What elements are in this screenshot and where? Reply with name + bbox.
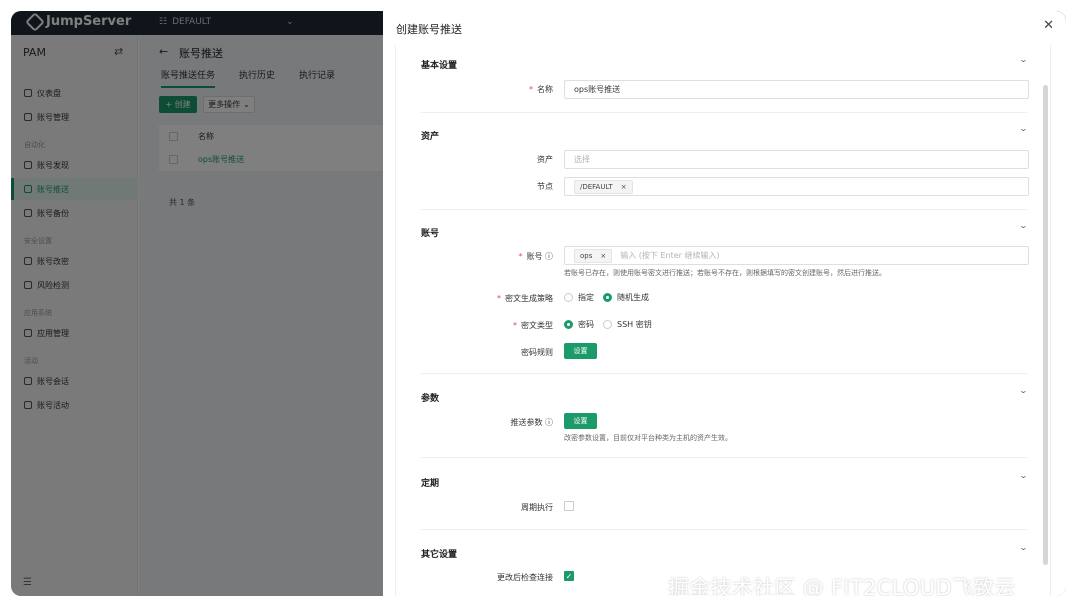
radio-button[interactable] — [564, 320, 573, 329]
push-params-hint: 改密参数设置，目前仅对平台种类为主机的资产生效。 — [564, 434, 732, 442]
tag-close-icon[interactable]: × — [600, 252, 606, 260]
password-rules-set-button[interactable]: 设置 — [564, 343, 597, 359]
radio-button[interactable] — [603, 293, 612, 302]
account-hint: 若账号已存在，则使用账号密文进行推送；若账号不存在，则根据填写的密文创建账号，然… — [564, 269, 886, 277]
account-tag-label: ops — [580, 251, 593, 260]
collapse-chevron-icon[interactable]: ⌄ — [1019, 543, 1028, 552]
radio-label: 密码 — [578, 320, 594, 329]
divider — [421, 373, 1027, 374]
divider — [421, 112, 1027, 113]
asset-select[interactable]: 选择 — [564, 150, 1029, 169]
secret-strategy-label: * 密文生成策略 — [497, 294, 553, 303]
name-label: * 名称 — [529, 85, 553, 94]
radio-option-specified[interactable]: 指定 — [564, 292, 594, 303]
account-input-placeholder: 输入 (按下 Enter 继续输入) — [620, 251, 720, 260]
app-window: JumpServer ☷ DEFAULT ⌄ PAM ⇄ 仪表盘 账号管理 自动… — [11, 11, 1066, 596]
secret-type-label: * 密文类型 — [513, 321, 553, 330]
periodic-label: 周期执行 — [521, 503, 553, 512]
node-tag: /DEFAULT × — [574, 179, 633, 194]
section-title-params: 参数 — [421, 394, 440, 404]
create-account-push-drawer: 创建账号推送 ✕ 基本设置 ⌄ * 名称 ops账号推送 资产 ⌄ 资产 选择 节… — [383, 11, 1066, 596]
push-params-set-button[interactable]: 设置 — [564, 413, 597, 429]
name-input[interactable]: ops账号推送 — [564, 80, 1029, 99]
watermark: 掘金技术社区 @ FIT2CLOUD飞致云 — [668, 576, 1016, 596]
radio-option-password[interactable]: 密码 — [564, 319, 594, 330]
periodic-checkbox[interactable] — [564, 501, 574, 511]
divider — [421, 209, 1027, 210]
help-icon[interactable]: ⓘ — [545, 418, 553, 427]
close-icon[interactable]: ✕ — [1043, 18, 1054, 33]
account-label-text: 账号 — [526, 252, 543, 261]
radio-label: SSH 密钥 — [617, 320, 652, 329]
section-title-basic: 基本设置 — [421, 61, 458, 71]
divider — [421, 529, 1027, 530]
section-title-other: 其它设置 — [421, 550, 458, 560]
collapse-chevron-icon[interactable]: ⌄ — [1019, 55, 1028, 64]
tag-close-icon[interactable]: × — [621, 183, 627, 191]
secret-strategy-label-text: 密文生成策略 — [505, 294, 553, 303]
asset-select-placeholder: 选择 — [574, 155, 590, 164]
push-params-label-text: 推送参数 — [510, 418, 543, 427]
section-title-assets: 资产 — [421, 132, 440, 142]
collapse-chevron-icon[interactable]: ⌄ — [1019, 221, 1028, 230]
help-icon[interactable]: ⓘ — [545, 252, 553, 261]
radio-option-random[interactable]: 随机生成 — [603, 292, 649, 303]
name-input-value: ops账号推送 — [574, 85, 621, 94]
divider — [421, 457, 1027, 458]
check-after-change-label: 更改后检查连接 — [497, 573, 553, 582]
name-label-text: 名称 — [537, 85, 553, 94]
radio-button[interactable] — [564, 293, 573, 302]
account-tag-input[interactable]: ops × 输入 (按下 Enter 继续输入) — [564, 246, 1029, 265]
node-label: 节点 — [537, 182, 553, 191]
radio-label: 随机生成 — [617, 293, 649, 302]
node-tag-label: /DEFAULT — [580, 182, 613, 191]
section-title-accounts: 账号 — [421, 229, 440, 239]
collapse-chevron-icon[interactable]: ⌄ — [1019, 124, 1028, 133]
asset-label: 资产 — [537, 155, 553, 164]
account-tag: ops × — [574, 248, 613, 263]
collapse-chevron-icon[interactable]: ⌄ — [1019, 471, 1028, 480]
collapse-chevron-icon[interactable]: ⌄ — [1019, 386, 1028, 395]
radio-option-ssh-key[interactable]: SSH 密钥 — [603, 319, 652, 330]
radio-button[interactable] — [603, 320, 612, 329]
push-params-label: 推送参数 ⓘ — [408, 417, 553, 428]
check-after-change-checkbox[interactable]: ✓ — [564, 571, 574, 581]
password-rules-label: 密码规则 — [521, 348, 553, 357]
scrollbar[interactable] — [1043, 85, 1048, 565]
radio-label: 指定 — [578, 293, 594, 302]
drawer-form: 基本设置 ⌄ * 名称 ops账号推送 资产 ⌄ 资产 选择 节点 /DEFAUL… — [395, 45, 1051, 596]
account-label: * 账号 ⓘ — [518, 252, 553, 261]
secret-type-label-text: 密文类型 — [521, 321, 553, 330]
drawer-title: 创建账号推送 — [396, 23, 462, 36]
section-title-schedule: 定期 — [421, 479, 440, 489]
node-select[interactable]: /DEFAULT × — [564, 177, 1029, 196]
